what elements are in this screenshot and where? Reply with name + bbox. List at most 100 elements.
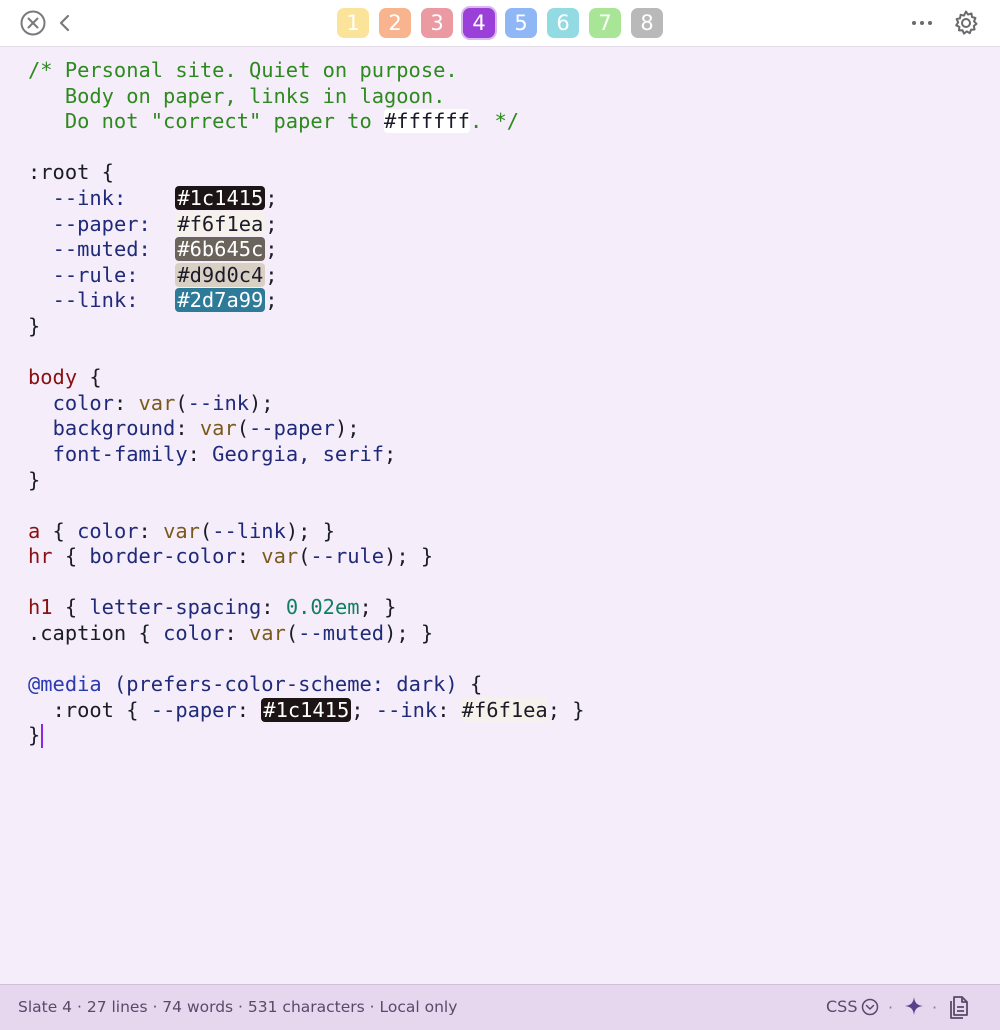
tab-5[interactable]: 5: [505, 8, 537, 38]
custom-property: --paper:: [52, 211, 151, 236]
padding: [139, 288, 176, 312]
sparkle-icon[interactable]: [902, 994, 926, 1018]
tab-7[interactable]: 7: [589, 8, 621, 38]
tab-label: 8: [640, 11, 654, 35]
property: background: [52, 416, 176, 441]
selector: h1: [28, 595, 53, 620]
code-line: --rule: #d9d0c4;: [52, 262, 278, 287]
selector: hr: [28, 544, 53, 569]
code-line: }: [28, 467, 41, 492]
tab-label: 4: [472, 11, 486, 35]
comment-text: /* Personal site. Quiet on purpose.: [28, 58, 458, 82]
padding: [151, 237, 176, 261]
custom-property: --rule:: [52, 262, 139, 287]
property: color: [163, 621, 225, 646]
number: 0.02em: [285, 595, 360, 620]
padding: [139, 263, 176, 287]
value: Georgia, serif: [212, 441, 385, 466]
selector: body: [28, 365, 78, 390]
chevron-left-icon[interactable]: [51, 9, 79, 37]
comment-text: Body on paper, links in lagoon.: [28, 83, 446, 108]
tab-3[interactable]: 3: [421, 8, 453, 38]
tab-label: 2: [388, 11, 402, 35]
code-line: .caption { color: var(--muted); }: [28, 621, 434, 646]
selector: a: [28, 518, 41, 543]
slate-tabs: 1 2 3 4 5 6 7 8: [337, 8, 663, 38]
function: var: [261, 544, 299, 569]
separator: ·: [932, 998, 938, 1017]
code-line: Body on paper, links in lagoon.: [28, 84, 978, 110]
code-editor[interactable]: /* Personal site. Quiet on purpose. Body…: [28, 58, 978, 970]
argument: --rule: [310, 544, 385, 569]
custom-property: --muted:: [52, 237, 151, 262]
argument: --ink: [187, 390, 250, 415]
code-line: hr { border-color: var(--rule); }: [28, 544, 434, 569]
tab-label: 5: [514, 11, 528, 35]
padding: [126, 186, 175, 210]
selector: :root: [52, 697, 114, 722]
color-swatch-white: #ffffff: [384, 109, 470, 134]
code-line: --paper: #f6f1ea;: [52, 211, 278, 236]
color-swatch: #f6f1ea: [461, 697, 548, 722]
chevron-down-circle-icon: [862, 998, 879, 1015]
tab-1[interactable]: 1: [337, 8, 369, 38]
code-line: body {: [28, 365, 102, 390]
top-toolbar: 1 2 3 4 5 6 7 8: [0, 0, 1000, 47]
custom-property: --link:: [52, 288, 139, 313]
tab-8[interactable]: 8: [631, 8, 663, 38]
code-line: /* Personal site. Quiet on purpose.: [28, 58, 978, 84]
code-line: h1 { letter-spacing: 0.02em; }: [28, 595, 397, 620]
function: var: [199, 416, 237, 441]
code-line: Do not "correct" paper to #ffffff. */: [28, 109, 978, 135]
code-line: @media (prefers-color-scheme: dark) {: [28, 672, 483, 697]
code-line: --ink: #1c1415;: [52, 185, 278, 210]
tab-6[interactable]: 6: [547, 8, 579, 38]
property: font-family: [52, 441, 188, 466]
ellipsis-icon[interactable]: [908, 9, 936, 37]
code-line: font-family: Georgia, serif;: [52, 441, 397, 466]
tab-label: 3: [430, 11, 444, 35]
language-selector[interactable]: CSS: [826, 997, 879, 1016]
copy-document-icon[interactable]: [946, 993, 972, 1021]
media-query: (prefers-color-scheme: dark): [113, 672, 458, 697]
code-line: background: var(--paper);: [52, 416, 360, 441]
function: var: [163, 518, 200, 543]
separator: ·: [888, 998, 894, 1017]
code-line: }: [28, 313, 41, 338]
code-line: }: [28, 723, 978, 749]
gear-icon[interactable]: [952, 9, 980, 37]
selector: .caption: [28, 621, 127, 646]
argument: --link: [212, 518, 286, 543]
function: var: [249, 621, 286, 646]
argument: --paper: [249, 416, 335, 441]
code-line: :root {: [28, 160, 114, 185]
tab-label: 6: [556, 11, 570, 35]
color-swatch: #1c1415: [261, 697, 352, 722]
argument: --muted: [298, 621, 385, 646]
padding: [151, 212, 176, 236]
close-circle-icon[interactable]: [19, 9, 47, 37]
property: letter-spacing: [89, 595, 262, 620]
comment-text: . */: [469, 109, 520, 134]
function: var: [138, 390, 176, 415]
at-rule: @media: [28, 672, 102, 697]
code-line: --link: #2d7a99;: [52, 288, 278, 313]
tab-2[interactable]: 2: [379, 8, 411, 38]
code-line: a { color: var(--link); }: [28, 518, 335, 543]
tab-4[interactable]: 4: [463, 8, 495, 38]
code-line: --muted: #6b645c;: [52, 237, 278, 262]
property: border-color: [89, 544, 237, 569]
property: color: [52, 390, 114, 415]
custom-property: --ink: [375, 697, 438, 722]
color-swatch: #d9d0c4: [175, 262, 266, 287]
language-label: CSS: [826, 997, 858, 1016]
code-line: :root { --paper: #1c1415; --ink: #f6f1ea…: [52, 697, 585, 722]
custom-property: --ink:: [52, 185, 127, 210]
color-swatch: #2d7a99: [175, 288, 266, 313]
status-bar: Slate 4 · 27 lines · 74 words · 531 char…: [0, 984, 1000, 1030]
property: color: [77, 518, 139, 543]
